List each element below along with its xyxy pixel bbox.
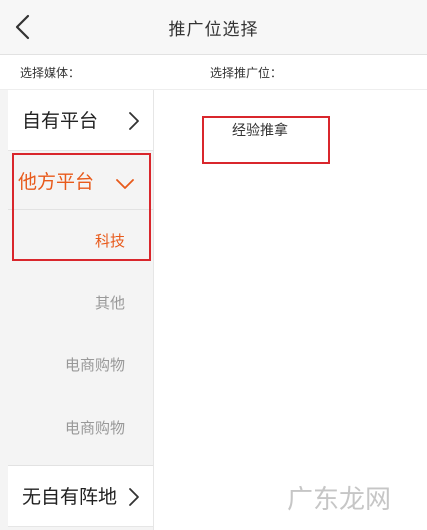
promo-position-label: 经验推拿: [232, 123, 288, 139]
chevron-down-icon: [116, 179, 134, 189]
chevron-right-icon: [129, 488, 139, 506]
column-header-row: 选择媒体： 选择推广位：: [0, 55, 427, 90]
position-column-label: 选择推广位：: [210, 66, 283, 80]
sidebar-item-no-platform[interactable]: 无自有阵地: [8, 466, 153, 527]
media-column-label: 选择媒体：: [20, 66, 81, 80]
top-bar: 推广位选择: [0, 0, 427, 55]
media-sidebar: 自有平台 他方平台 科技 其他 电商购物 电商购物 无自有阵地: [0, 90, 154, 530]
chevron-right-icon: [129, 112, 139, 130]
sidebar-subitem-label: 其他: [94, 294, 125, 312]
sidebar-item-label: 他方平台: [18, 171, 95, 193]
sidebar-subitem-ecommerce-2[interactable]: 电商购物: [8, 397, 153, 459]
sidebar-item-own-platform[interactable]: 自有平台: [8, 90, 153, 151]
page-title: 推广位选择: [168, 20, 259, 40]
sidebar-subitem-label: 科技: [94, 232, 125, 250]
sidebar-subitem-tech[interactable]: 科技: [8, 210, 153, 272]
promo-position-option[interactable]: 经验推拿: [204, 118, 329, 148]
sidebar-subitem-other[interactable]: 其他: [8, 272, 153, 334]
sidebar-subitem-ecommerce[interactable]: 电商购物: [8, 334, 153, 396]
sidebar-item-label: 无自有阵地: [22, 486, 118, 508]
watermark: 广东龙网: [286, 485, 391, 515]
sidebar-item-label: 自有平台: [22, 110, 99, 132]
sidebar-item-other-platform[interactable]: 他方平台: [8, 153, 153, 209]
sidebar-subitem-label: 电商购物: [64, 419, 125, 437]
sidebar-subitem-label: 电商购物: [64, 356, 125, 374]
